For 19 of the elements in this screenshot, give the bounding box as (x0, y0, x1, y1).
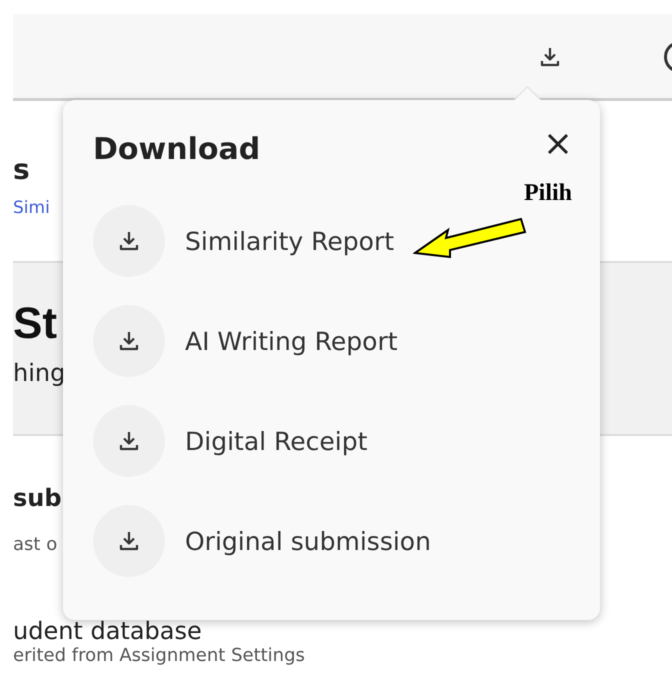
similarity-link[interactable]: Simi (13, 198, 50, 218)
download-option[interactable]: Digital Receipt (93, 405, 368, 477)
download-option[interactable]: Similarity Report (93, 205, 394, 277)
download-icon (117, 529, 141, 553)
download-icon (117, 229, 141, 253)
popup-title: Download (93, 132, 260, 167)
download-option[interactable]: Original submission (93, 505, 431, 577)
database-label: udent database (13, 617, 202, 645)
submission-note: ast o (13, 534, 58, 555)
download-icon (117, 429, 141, 453)
submission-heading: sub (13, 484, 62, 512)
database-note: erited from Assignment Settings (13, 645, 305, 666)
section-subtitle: hing (13, 359, 66, 387)
download-icon (538, 45, 562, 69)
download-option[interactable]: AI Writing Report (93, 305, 398, 377)
annotation-label: Pilih (524, 180, 572, 207)
download-icon (117, 329, 141, 353)
section-heading: St (13, 299, 57, 349)
page-title: s (13, 153, 30, 186)
